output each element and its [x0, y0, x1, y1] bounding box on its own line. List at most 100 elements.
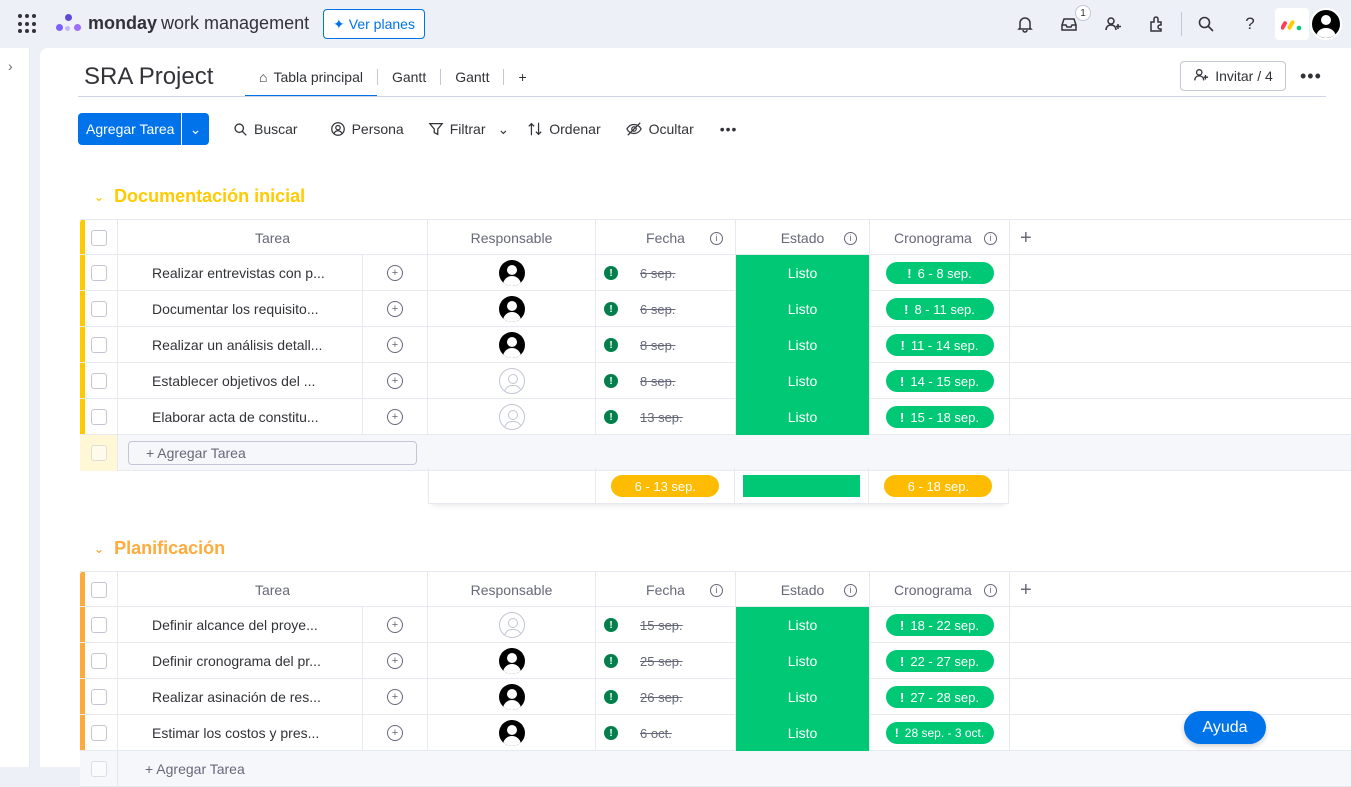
apps-grid-icon[interactable] [18, 14, 38, 34]
updates-cell[interactable]: + [363, 643, 428, 679]
add-update-icon[interactable]: + [387, 725, 403, 741]
checkbox[interactable] [90, 265, 107, 281]
empty-avatar[interactable] [498, 368, 525, 394]
group-header[interactable]: ⌄ Planificación [94, 538, 225, 559]
row-checkbox-cell[interactable] [80, 643, 118, 679]
status-cell[interactable]: Listo [736, 399, 870, 435]
task-name[interactable]: Realizar asinación de res... [152, 689, 321, 705]
brand-logo[interactable]: monday work management [56, 12, 309, 34]
column-header-timeline[interactable]: Cronograma i [870, 220, 1010, 256]
timeline-pill[interactable]: ! 14 - 15 sep. [885, 370, 994, 392]
table-row[interactable]: Establecer objetivos del ... + ! 8 sep. L… [80, 363, 1351, 399]
row-checkbox-cell[interactable] [80, 399, 118, 435]
column-header-timeline[interactable]: Cronograma i [870, 572, 1010, 608]
timeline-cell[interactable]: ! 11 - 14 sep. [870, 327, 1010, 363]
add-view-button[interactable]: + [504, 58, 540, 96]
tab-gantt-2[interactable]: Gantt [441, 58, 503, 96]
add-update-icon[interactable]: + [387, 373, 403, 389]
status-distribution-bar[interactable] [743, 475, 861, 497]
checkbox[interactable] [90, 301, 107, 317]
updates-cell[interactable]: + [363, 399, 428, 435]
owner-cell[interactable] [428, 399, 596, 435]
timeline-pill[interactable]: ! 6 - 8 sep. [885, 262, 994, 284]
select-all-checkbox[interactable] [80, 220, 118, 256]
group-title[interactable]: Documentación inicial [114, 186, 305, 207]
summary-timeline-cell[interactable]: 6 - 18 sep. [869, 468, 1008, 504]
chevron-down-icon[interactable]: ⌄ [498, 121, 510, 138]
row-checkbox-cell[interactable] [80, 679, 118, 715]
status-cell[interactable]: Listo [736, 715, 870, 751]
integrations-icon[interactable] [1145, 12, 1169, 36]
group-title[interactable]: Planificación [114, 538, 225, 559]
add-update-icon[interactable]: + [387, 653, 403, 669]
status-cell[interactable]: Listo [736, 643, 870, 679]
status-label[interactable]: Listo [736, 363, 869, 399]
add-update-icon[interactable]: + [387, 337, 403, 353]
row-checkbox-cell[interactable] [80, 363, 118, 399]
filter-button[interactable]: Filtrar ⌄ [428, 121, 510, 138]
status-label[interactable]: Listo [736, 715, 869, 751]
add-column-button[interactable]: + [1010, 220, 1351, 256]
checkbox[interactable] [90, 373, 107, 389]
chevron-down-icon[interactable]: ⌄ [94, 542, 104, 556]
search-icon[interactable] [1194, 12, 1218, 36]
group-header[interactable]: ⌄ Documentación inicial [94, 186, 305, 207]
date-cell[interactable]: ! 8 sep. [596, 363, 736, 399]
status-cell[interactable]: Listo [736, 327, 870, 363]
avatar[interactable] [498, 720, 525, 746]
summary-status-cell[interactable] [735, 468, 869, 504]
timeline-cell[interactable]: ! 28 sep. - 3 oct. [870, 715, 1010, 751]
row-checkbox-cell[interactable] [80, 291, 118, 327]
add-task-button[interactable]: Agregar Tarea ⌄ [78, 113, 209, 145]
updates-cell[interactable]: + [363, 607, 428, 643]
column-header-owner[interactable]: Responsable [428, 220, 596, 256]
task-name[interactable]: Definir alcance del proye... [152, 617, 318, 633]
select-all-checkbox[interactable] [80, 572, 118, 608]
row-checkbox-cell[interactable] [80, 327, 118, 363]
add-update-icon[interactable]: + [387, 689, 403, 705]
status-cell[interactable]: Listo [736, 607, 870, 643]
status-label[interactable]: Listo [736, 327, 869, 363]
help-button[interactable]: Ayuda [1184, 711, 1266, 744]
info-icon[interactable]: i [710, 583, 723, 597]
updates-cell[interactable]: + [363, 679, 428, 715]
task-name[interactable]: Definir cronograma del pr... [152, 653, 321, 669]
timeline-pill[interactable]: ! 8 - 11 sep. [885, 298, 994, 320]
status-label[interactable]: Listo [736, 291, 869, 327]
user-avatar[interactable] [1310, 8, 1342, 40]
column-header-task[interactable]: Tarea [118, 572, 428, 608]
help-icon[interactable]: ? [1238, 12, 1262, 36]
timeline-cell[interactable]: ! 6 - 8 sep. [870, 255, 1010, 291]
table-row[interactable]: Realizar asinación de res... + ! 26 sep. … [80, 679, 1351, 715]
chevron-down-icon[interactable]: ⌄ [181, 113, 209, 145]
chevron-down-icon[interactable]: ⌄ [94, 190, 104, 204]
summary-date-cell[interactable]: 6 - 13 sep. [596, 468, 736, 504]
expand-sidebar-icon[interactable]: › [8, 58, 13, 74]
table-row[interactable]: Definir cronograma del pr... + ! 25 sep. … [80, 643, 1351, 679]
more-toolbar-icon[interactable]: ••• [720, 121, 738, 137]
task-cell[interactable]: Definir cronograma del pr... [118, 643, 363, 679]
owner-cell[interactable] [428, 363, 596, 399]
checkbox[interactable] [90, 337, 107, 353]
add-task-input[interactable]: + Agregar Tarea [128, 441, 417, 465]
row-checkbox-cell[interactable] [80, 255, 118, 291]
add-column-button[interactable]: + [1010, 572, 1351, 608]
task-name[interactable]: Realizar un análisis detall... [152, 337, 322, 353]
checkbox[interactable] [90, 653, 107, 669]
status-label[interactable]: Listo [736, 255, 869, 291]
updates-cell[interactable]: + [363, 327, 428, 363]
date-cell[interactable]: ! 6 sep. [596, 291, 736, 327]
owner-cell[interactable] [428, 255, 596, 291]
search-button[interactable]: Buscar [233, 121, 298, 137]
status-label[interactable]: Listo [736, 399, 869, 435]
timeline-pill[interactable]: ! 22 - 27 sep. [885, 650, 994, 672]
date-cell[interactable]: ! 25 sep. [596, 643, 736, 679]
timeline-pill[interactable]: ! 11 - 14 sep. [885, 334, 994, 356]
owner-cell[interactable] [428, 607, 596, 643]
status-label[interactable]: Listo [736, 643, 869, 679]
checkbox[interactable] [90, 582, 107, 598]
invite-button[interactable]: Invitar / 4 [1180, 61, 1286, 91]
checkbox[interactable] [90, 230, 107, 246]
hide-button[interactable]: Ocultar [625, 121, 694, 137]
person-filter-button[interactable]: Persona [330, 121, 404, 137]
